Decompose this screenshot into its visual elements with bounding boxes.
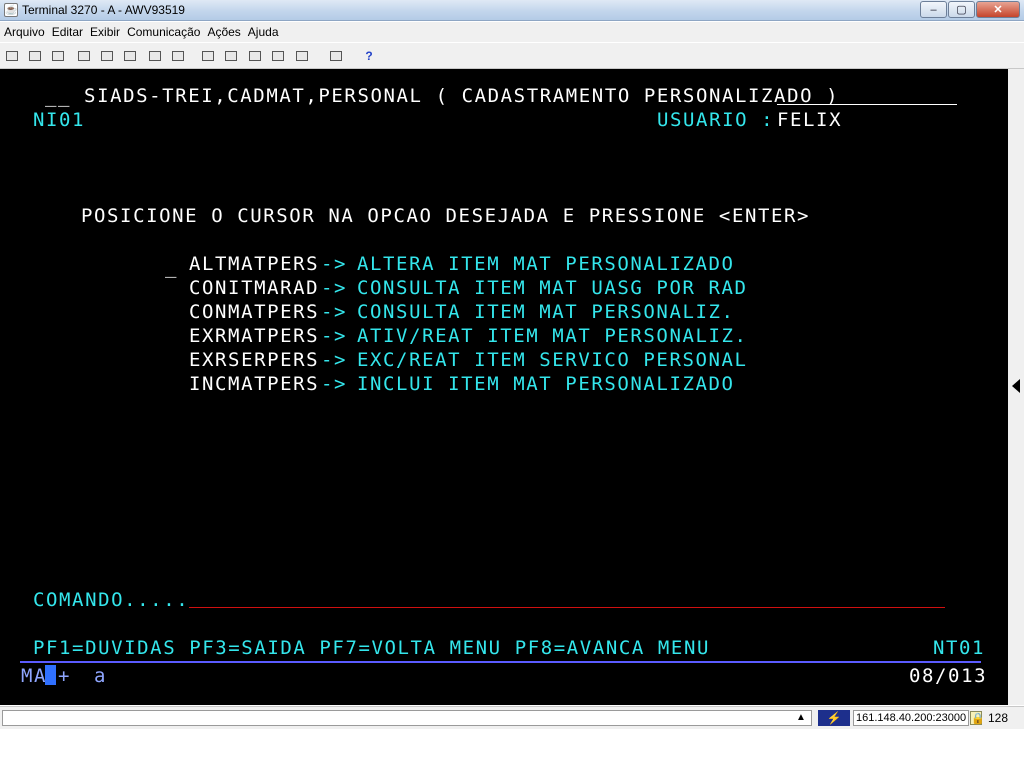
status-message-field [2, 710, 812, 726]
quick-icon[interactable] [270, 48, 286, 64]
menu-ajuda[interactable]: Ajuda [244, 25, 282, 39]
command-underline [189, 607, 945, 608]
macro-icon[interactable] [147, 48, 163, 64]
copy-icon[interactable] [76, 48, 92, 64]
option-arrow: -> [321, 253, 348, 275]
menu-bar: Arquivo Editar Exibir Comunicação Ações … [0, 22, 1024, 42]
instruction-text: POSICIONE O CURSOR NA OPCAO DESEJADA E P… [81, 205, 811, 227]
header-underline [777, 104, 957, 105]
side-panel-toggle[interactable] [1008, 69, 1024, 705]
menu-arquivo[interactable]: Arquivo [0, 25, 48, 39]
title-bar: ☕ Terminal 3270 - A - AWV93519 – ▢ ✕ [0, 0, 1024, 21]
menu-editar[interactable]: Editar [48, 25, 86, 39]
java-app-icon: ☕ [4, 3, 18, 17]
lock-icon: 🔒 [970, 711, 985, 725]
record-macro-icon[interactable] [200, 48, 216, 64]
keypad-icon[interactable] [170, 48, 186, 64]
option-arrow: -> [321, 325, 348, 347]
stop-macro-icon[interactable] [223, 48, 239, 64]
print-icon[interactable] [294, 48, 310, 64]
transfer-icon[interactable] [50, 48, 66, 64]
help-icon[interactable]: ? [361, 48, 377, 64]
oia-mode: MA [21, 665, 48, 687]
encryption-bits: 128 [988, 711, 1009, 725]
cursor-position: 08/013 [909, 665, 988, 687]
option-arrow: -> [321, 277, 348, 299]
option-code[interactable]: EXRMATPERS [189, 325, 319, 347]
user-label: USUARIO : [657, 109, 775, 131]
screen-header: __ SIADS-TREI,CADMAT,PERSONAL ( CADASTRA… [45, 85, 840, 107]
print-setup-icon[interactable] [27, 48, 43, 64]
pf-screen-id: NT01 [933, 637, 986, 659]
oia-plus: + [58, 665, 72, 687]
option-desc: ATIV/REAT ITEM MAT PERSONALIZ. [357, 325, 748, 347]
close-button[interactable]: ✕ [976, 1, 1020, 18]
option-code[interactable]: CONITMARAD [189, 277, 319, 299]
minimize-button[interactable]: – [920, 1, 947, 18]
option-desc: CONSULTA ITEM MAT PERSONALIZ. [357, 301, 735, 323]
option-arrow: -> [321, 373, 348, 395]
maximize-button[interactable]: ▢ [948, 1, 975, 18]
chevron-left-icon[interactable] [1012, 379, 1020, 393]
option-desc: INCLUI ITEM MAT PERSONALIZADO [357, 373, 735, 395]
copy-append-icon[interactable] [122, 48, 138, 64]
option-arrow: -> [321, 349, 348, 371]
connection-lightning-icon: ⚡ [818, 710, 850, 726]
option-code[interactable]: ALTMATPERS [189, 253, 319, 275]
option-desc: CONSULTA ITEM MAT UASG POR RAD [357, 277, 748, 299]
host-print-icon[interactable] [328, 48, 344, 64]
status-bar: ▲ ⚡ 161.148.40.200:23000 🔒 128 [0, 706, 1024, 729]
up-arrow-icon[interactable]: ▲ [796, 712, 806, 723]
option-desc: EXC/REAT ITEM SERVICO PERSONAL [357, 349, 748, 371]
user-value: FELIX [777, 109, 843, 131]
oia-a: a [94, 665, 108, 687]
option-code[interactable]: EXRSERPERS [189, 349, 319, 371]
toolbar: ? [0, 43, 1024, 69]
option-desc: ALTERA ITEM MAT PERSONALIZADO [357, 253, 735, 275]
option-arrow: -> [321, 301, 348, 323]
option-code[interactable]: CONMATPERS [189, 301, 319, 323]
option-cursor[interactable]: _ [165, 256, 178, 278]
oia-separator [20, 661, 981, 663]
paste-icon[interactable] [99, 48, 115, 64]
menu-comunicacao[interactable]: Comunicação [123, 25, 203, 39]
host-address: 161.148.40.200:23000 [853, 710, 970, 726]
terminal-screen[interactable]: __ SIADS-TREI,CADMAT,PERSONAL ( CADASTRA… [0, 69, 1008, 705]
pf-keys: PF1=DUVIDAS PF3=SAIDA PF7=VOLTA MENU PF8… [33, 637, 710, 659]
print-screen-icon[interactable] [4, 48, 20, 64]
window-title: Terminal 3270 - A - AWV93519 [22, 3, 185, 17]
menu-exibir[interactable]: Exibir [86, 25, 123, 39]
command-label: COMANDO..... [33, 589, 190, 611]
screen-id: NI01 [33, 109, 86, 131]
play-macro-icon[interactable] [247, 48, 263, 64]
option-code[interactable]: INCMATPERS [189, 373, 319, 395]
menu-acoes[interactable]: Ações [203, 25, 243, 39]
